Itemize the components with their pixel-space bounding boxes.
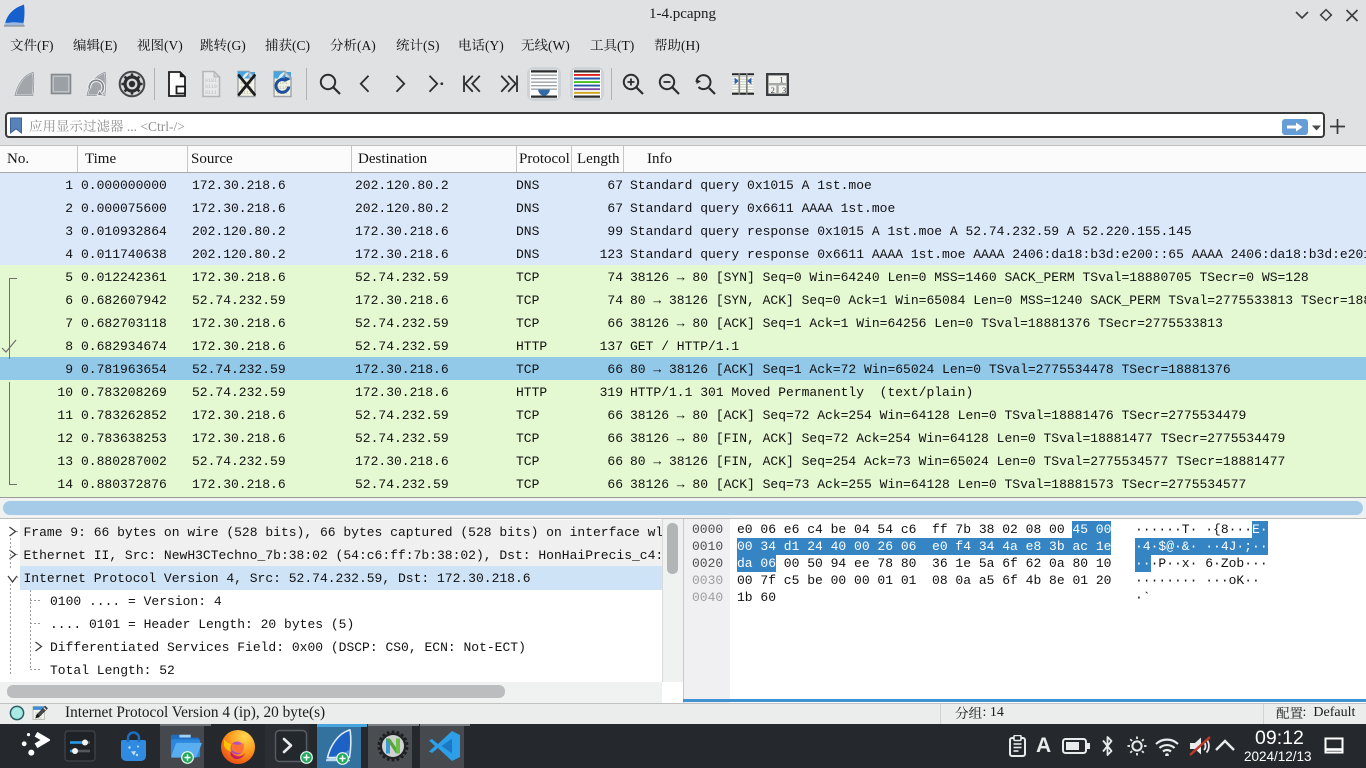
svg-text:2: 2 bbox=[770, 84, 774, 94]
svg-text:1: 1 bbox=[779, 74, 783, 84]
svg-text:0111: 0111 bbox=[205, 90, 217, 96]
svg-text:3: 3 bbox=[782, 84, 786, 94]
